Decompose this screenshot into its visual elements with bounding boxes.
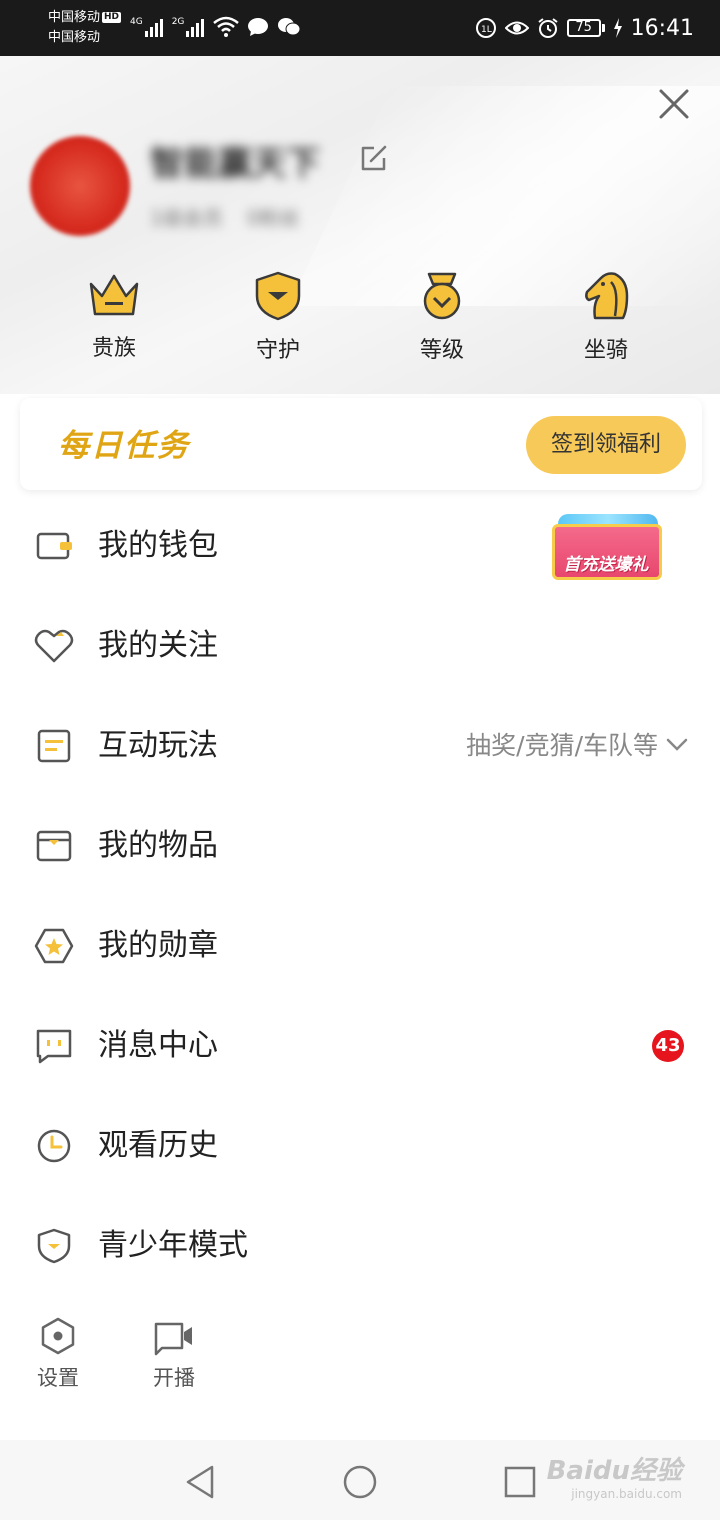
carrier-name-2: 中国移动 — [48, 30, 101, 45]
clock-history-icon — [37, 1129, 71, 1163]
profile-sub-info: 1级会员 0粉丝 — [150, 202, 323, 231]
carrier-name-1: 中国移动 — [48, 10, 101, 25]
watermark: Baidu经验 jingyan.baidu.com — [547, 1450, 682, 1501]
menu-item-history[interactable]: 观看历史 — [0, 1096, 720, 1196]
privilege-guard[interactable]: 守护 — [228, 270, 328, 364]
settings-hexagon-icon — [41, 1317, 75, 1355]
status-bar: 中国移动 HD 中国移动 4G 2G 1L 75 16:41 — [0, 0, 720, 56]
interactive-list-icon — [37, 729, 71, 763]
nav-recents-icon[interactable] — [500, 1462, 540, 1502]
data-saver-icon: 1L — [475, 18, 496, 38]
clock: 16:41 — [630, 15, 694, 41]
watermark-url: jingyan.baidu.com — [571, 1487, 682, 1501]
message-icon — [36, 1029, 72, 1064]
menu-item-messages[interactable]: 消息中心 43 — [0, 996, 720, 1096]
profile-fans: 0粉丝 — [246, 206, 300, 230]
menu-label-interactive: 互动玩法 — [98, 728, 218, 763]
first-recharge-promo[interactable]: 首充送壕礼 — [548, 514, 672, 582]
menu-item-wallet[interactable]: 我的钱包 首充送壕礼 — [0, 496, 720, 596]
network-icons: 4G 2G — [130, 14, 301, 40]
settings-label: 设置 — [37, 1366, 79, 1390]
privilege-level[interactable]: 等级 — [392, 270, 492, 364]
interactive-subtitle: 抽奖/竞猜/车队等 — [466, 731, 658, 760]
menu-label-teen: 青少年模式 — [98, 1228, 248, 1263]
daily-task-card[interactable]: 每日任务 签到领福利 — [20, 398, 702, 490]
signin-reward-button[interactable]: 签到领福利 — [526, 416, 686, 474]
net-4g-label: 4G — [130, 17, 143, 27]
hd-badge: HD — [102, 12, 122, 23]
guard-shield-icon — [255, 271, 301, 321]
go-live-label: 开播 — [153, 1366, 195, 1390]
carrier-info: 中国移动 HD 中国移动 — [48, 8, 122, 48]
horse-mount-icon — [585, 272, 629, 320]
chevron-down-icon[interactable] — [666, 738, 688, 752]
menu-item-items[interactable]: 我的物品 — [0, 796, 720, 896]
privilege-guard-label: 守护 — [255, 338, 300, 363]
menu-item-medals[interactable]: 我的勋章 — [0, 896, 720, 996]
eye-comfort-icon — [504, 21, 529, 35]
signal-4g-icon: 4G — [130, 17, 164, 37]
menu-label-wallet: 我的钱包 — [98, 528, 218, 563]
nav-back-icon[interactable] — [180, 1462, 220, 1502]
net-2g-label: 2G — [171, 17, 185, 27]
privilege-noble-label: 贵族 — [91, 336, 136, 361]
close-icon[interactable] — [656, 86, 692, 122]
watermark-brand: Baidu经验 — [546, 1456, 682, 1486]
teen-shield-icon — [37, 1228, 71, 1264]
wechat-icon — [278, 18, 301, 36]
status-right: 1L 75 16:41 — [475, 14, 694, 42]
daily-task-title: 每日任务 — [58, 428, 190, 464]
profile-level: 1级会员 — [150, 206, 223, 230]
privilege-mount[interactable]: 坐骑 — [556, 270, 656, 364]
unread-count-badge: 43 — [652, 1030, 684, 1062]
svg-text:1L: 1L — [481, 25, 492, 35]
settings-button[interactable]: 设置 — [18, 1316, 98, 1392]
wifi-icon — [213, 16, 240, 37]
menu-list: 我的钱包 首充送壕礼 我的关注 互动玩法 抽奖/竞猜/车队等 我的物品 我的勋章… — [0, 496, 720, 1296]
promo-text: 首充送壕礼 — [563, 555, 649, 575]
menu-item-follow[interactable]: 我的关注 — [0, 596, 720, 696]
menu-item-interactive[interactable]: 互动玩法 抽奖/竞猜/车队等 — [0, 696, 720, 796]
alarm-icon — [537, 18, 558, 38]
battery-icon: 75 — [566, 19, 605, 37]
go-live-button[interactable]: 开播 — [134, 1316, 214, 1392]
menu-item-teen[interactable]: 青少年模式 — [0, 1196, 720, 1296]
menu-label-history: 观看历史 — [98, 1128, 218, 1163]
privilege-noble[interactable]: 贵族 — [64, 270, 164, 362]
menu-label-follow: 我的关注 — [98, 628, 218, 663]
bottom-actions: 设置 开播 — [0, 1316, 720, 1406]
privilege-mount-label: 坐骑 — [583, 338, 628, 363]
heart-icon — [34, 629, 74, 663]
privilege-row: 贵族 守护 等级 坐骑 — [0, 270, 720, 370]
medal-hexagon-icon — [34, 928, 74, 964]
chat-bubble-icon — [248, 18, 269, 36]
avatar[interactable] — [30, 136, 130, 236]
camera-live-icon — [154, 1322, 192, 1356]
level-medal-icon — [423, 272, 461, 320]
signal-2g-icon: 2G — [172, 17, 206, 37]
menu-label-medals: 我的勋章 — [98, 928, 218, 963]
wallet-icon — [36, 532, 72, 560]
privilege-level-label: 等级 — [419, 338, 464, 363]
charging-icon — [613, 18, 622, 38]
system-nav-bar: Baidu经验 jingyan.baidu.com — [0, 1440, 720, 1520]
battery-level: 75 — [566, 19, 601, 37]
profile-header: 智能赢天下 1级会员 0粉丝 贵族 守护 等级 坐骑 — [0, 56, 720, 394]
edit-profile-icon[interactable] — [358, 142, 390, 174]
nav-home-icon[interactable] — [340, 1462, 380, 1502]
username: 智能赢天下 — [150, 144, 320, 184]
menu-label-messages: 消息中心 — [98, 1028, 218, 1063]
crown-icon — [89, 274, 139, 316]
menu-label-items: 我的物品 — [98, 828, 218, 863]
box-icon — [36, 830, 72, 862]
